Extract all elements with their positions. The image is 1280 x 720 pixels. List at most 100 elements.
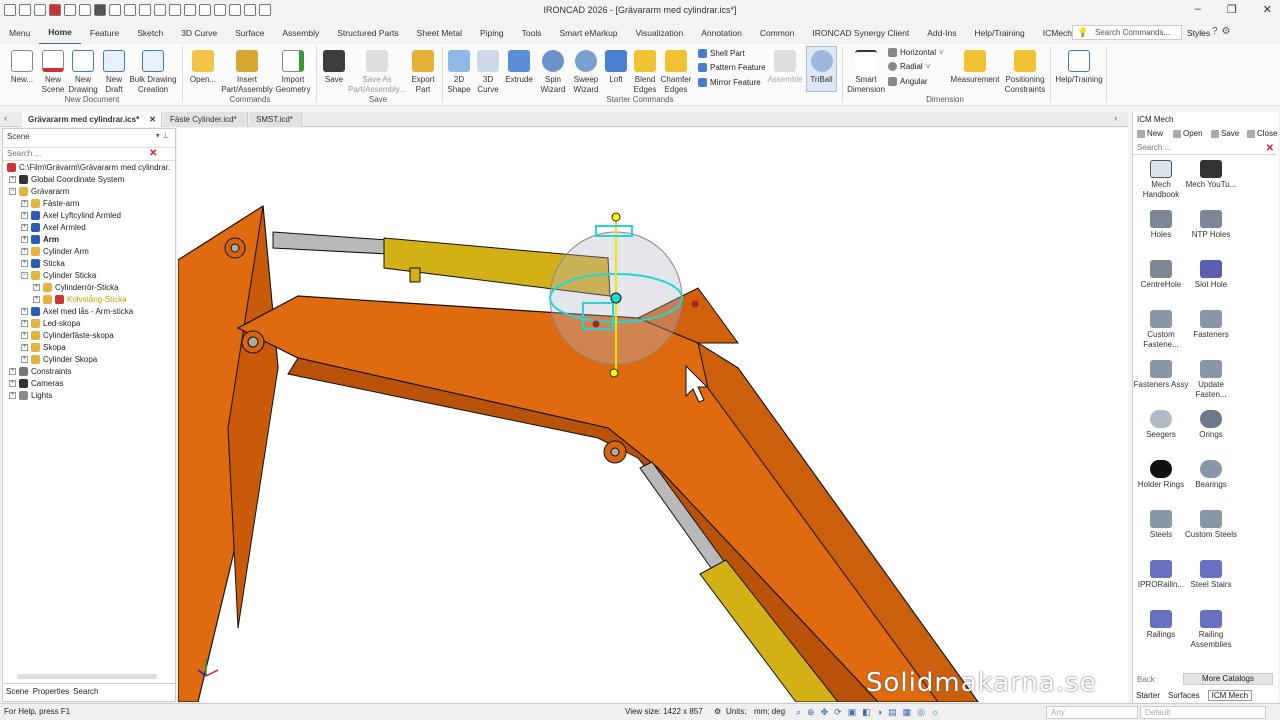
tab-search[interactable]: Search [73, 687, 98, 696]
grid-icon[interactable]: ▦ [903, 707, 912, 718]
tree-item-constraints[interactable]: + Constraints [9, 367, 71, 376]
light-icon[interactable]: ☼ [931, 707, 939, 718]
tab-help-training[interactable]: Help/Training [965, 22, 1033, 44]
tab-home[interactable]: Home [39, 21, 81, 45]
insert-part-assembly-button[interactable]: Insert Part/Assembly [220, 50, 274, 94]
tree-item-axel-armled[interactable]: + Axel Armled [21, 223, 86, 232]
2d-shape-button[interactable]: 2D Shape [446, 50, 472, 94]
open-button[interactable]: Open... [188, 50, 218, 85]
radial-button[interactable]: Radial ˅ [888, 62, 930, 71]
mirror-feature-button[interactable]: Mirror Feature [698, 78, 761, 87]
tab-add-ins[interactable]: Add-Ins [918, 22, 965, 44]
view-cube-icon[interactable]: ▣ [848, 707, 857, 718]
catalog-custom-fasteners[interactable]: Custom Fastene... [1133, 310, 1189, 350]
tree-item-cylinder-sticka[interactable]: − Cylinder Sticka [21, 271, 96, 280]
tree-item-faste-arm[interactable]: + Fäste-arm [21, 199, 79, 208]
catalog-ntp-holes[interactable]: NTP Holes [1183, 210, 1239, 240]
triball-center[interactable] [610, 292, 622, 304]
blend-edges-button[interactable]: Blend Edges [632, 50, 658, 94]
catalog-iprorailings[interactable]: IPRORailin... [1133, 560, 1189, 590]
save-button[interactable]: Save [322, 50, 346, 85]
tab-common[interactable]: Common [751, 22, 803, 44]
tab-visualization[interactable]: Visualization [627, 22, 693, 44]
clear-search-icon[interactable]: ✕ [149, 148, 157, 159]
export-part-button[interactable]: Export Part [408, 50, 438, 94]
triball-handle-top[interactable] [611, 212, 621, 222]
tree-item-global-coordinate-system[interactable]: + Global Coordinate System [9, 175, 124, 184]
icm-open-button[interactable]: Open [1173, 129, 1203, 138]
shading-icon[interactable]: ◧ [862, 707, 871, 718]
icm-new-button[interactable]: New [1137, 129, 1163, 138]
tab-synergy-client[interactable]: IRONCAD Synergy Client [803, 22, 918, 44]
tree-item-skopa[interactable]: + Skopa [21, 343, 66, 352]
tree-item-cylinder-arm[interactable]: + Cylinder Arm [21, 247, 89, 256]
catalog-custom-steels[interactable]: Custom Steels [1183, 510, 1239, 540]
camera-icon[interactable]: ◎ [917, 707, 925, 718]
catalog-fasteners-assy[interactable]: Fasteners Assy [1133, 360, 1189, 390]
restore-icon[interactable]: ❐ [1227, 3, 1237, 16]
sweep-wizard-button[interactable]: Sweep Wizard [570, 50, 602, 94]
tab-sketch[interactable]: Sketch [128, 22, 172, 44]
chevron-right-icon[interactable]: › [1114, 113, 1117, 123]
tree-item-axel-lyftcylind[interactable]: + Axel Lyftcylind Armled [21, 211, 121, 220]
tab-annotation[interactable]: Annotation [692, 22, 751, 44]
catalog-slot-hole[interactable]: Slot Hole [1183, 260, 1239, 290]
spin-wizard-button[interactable]: Spin Wizard [538, 50, 568, 94]
tree-root[interactable]: C:\Film\Grävarm\Grävararm med cylindrar. [7, 163, 170, 172]
close-tab-icon[interactable]: ✕ [149, 112, 156, 127]
help-training-button[interactable]: Help/Training [1054, 50, 1104, 85]
icm-search-input[interactable]: Search ... [1133, 142, 1277, 155]
smart-dimension-button[interactable]: Smart Dimension [846, 50, 886, 94]
catalog-orings[interactable]: Orings [1183, 410, 1239, 440]
catalog-holes[interactable]: Holes [1133, 210, 1189, 240]
tab-surface[interactable]: Surface [226, 22, 273, 44]
tab-3d-curve[interactable]: 3D Curve [172, 22, 226, 44]
angular-button[interactable]: Angular [888, 77, 928, 86]
triball-handle-bottom[interactable] [609, 368, 619, 378]
tree-item-cylinder-skopa[interactable]: + Cylinder Skopa [21, 355, 97, 364]
zoom-fit-icon[interactable]: ⊕ [807, 707, 815, 718]
tab-assembly[interactable]: Assembly [273, 22, 328, 44]
help-icon[interactable]: ?⚙ [1212, 26, 1235, 37]
tree-item-led-skopa[interactable]: + Led-skopa [21, 319, 80, 328]
style-select[interactable]: Default [1140, 706, 1266, 719]
tree-item-kolvstang-sticka[interactable]: + Kolvstång-Sticka [33, 295, 127, 304]
chamfer-edges-button[interactable]: Chamfer Edges [660, 50, 692, 94]
icm-save-button[interactable]: Save [1211, 129, 1239, 138]
doc-tab-smst[interactable]: SMST.icd* [250, 112, 302, 127]
catalog-steel-stairs[interactable]: Steel Stairs [1183, 560, 1239, 590]
catalog-holder-rings[interactable]: Holder Rings [1133, 460, 1189, 490]
import-geometry-button[interactable]: Import Geometry [274, 50, 312, 94]
catalog-update-fasteners[interactable]: Update Fasten... [1183, 360, 1239, 400]
tree-item-sticka[interactable]: + Sticka [21, 259, 65, 268]
loft-button[interactable]: Loft [604, 50, 628, 85]
tree-item-cylinderfaste-skopa[interactable]: + Cylinderfäste-skopa [21, 331, 114, 340]
clear-search-icon[interactable]: ✕ [1266, 143, 1274, 154]
search-commands-input[interactable]: Search Commands... [1072, 25, 1182, 40]
tree-item-lights[interactable]: + Lights [9, 391, 52, 400]
tab-starter[interactable]: Starter [1136, 691, 1160, 700]
tree-item-cylinderror-sticka[interactable]: + Cylinderrör-Sticka [33, 283, 119, 292]
catalog-mech-youtube[interactable]: Mech YouTu... [1183, 160, 1239, 190]
pan-icon[interactable]: ✥ [821, 707, 829, 718]
3d-viewport[interactable] [178, 128, 1128, 702]
more-catalogs-button[interactable]: More Catalogs [1183, 673, 1273, 685]
tree-item-gravararm[interactable]: − Grävararm [9, 187, 69, 196]
doc-tab-faste-cylinder[interactable]: Fäste Cylinder.icd* [164, 112, 248, 127]
close-window-icon[interactable]: ✕ [1263, 3, 1272, 16]
new-drawing-button[interactable]: New Drawing [67, 50, 99, 94]
section-icon[interactable]: ▤ [888, 707, 897, 718]
bulk-drawing-creation-button[interactable]: Bulk Drawing Creation [128, 50, 178, 94]
filter-select[interactable]: Any [1046, 706, 1138, 719]
catalog-fasteners[interactable]: Fasteners [1183, 310, 1239, 340]
tab-feature[interactable]: Feature [81, 22, 128, 44]
tab-tools[interactable]: Tools [513, 22, 551, 44]
minimize-icon[interactable]: – [1195, 3, 1201, 16]
rotate-icon[interactable]: ⟳ [834, 707, 842, 718]
new-button[interactable]: New... [8, 50, 36, 85]
tab-surfaces[interactable]: Surfaces [1168, 691, 1200, 700]
horizontal-button[interactable]: Horizontal ˅ [888, 48, 944, 57]
catalog-bearings[interactable]: Bearings [1183, 460, 1239, 490]
tab-scene[interactable]: Scene [6, 687, 29, 696]
horizontal-scrollbar[interactable] [17, 674, 157, 679]
